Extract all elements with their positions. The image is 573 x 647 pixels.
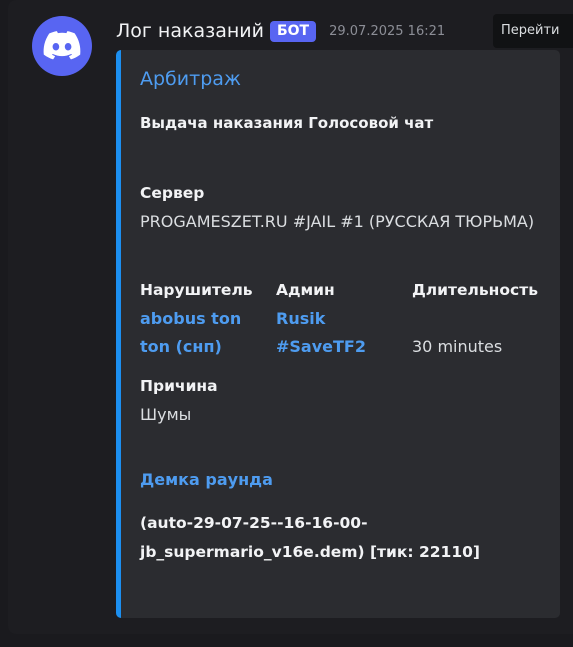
field-reason-name: Причина — [140, 377, 218, 395]
message-timestamp: 29.07.2025 16:21 — [329, 23, 446, 39]
embed: Арбитраж Выдача наказания Голосовой чат … — [116, 50, 560, 618]
field-offender-value[interactable]: abobus ton ton (снп) — [140, 305, 258, 361]
embed-title: Арбитраж — [140, 68, 242, 90]
field-duration-value: 30 minutes — [412, 337, 503, 356]
field-server-name: Сервер — [140, 184, 205, 202]
discord-logo-icon — [43, 31, 81, 60]
avatar[interactable] — [32, 16, 92, 76]
embed-description: Выдача наказания Голосовой чат — [140, 114, 434, 132]
author-name[interactable]: Лог наказаний — [116, 20, 264, 42]
bot-badge: БОТ — [269, 20, 317, 42]
field-reason-value: Шумы — [140, 405, 192, 424]
field-server-value: PROGAMESZET.RU #JAIL #1 (РУССКАЯ ТЮРЬМА) — [140, 212, 535, 231]
demo-title-link[interactable]: Демка раунда — [140, 470, 273, 489]
field-admin-name: Админ — [276, 281, 335, 299]
field-duration-name: Длительность — [412, 281, 538, 299]
demo-text: (auto-29-07-25--16-16-00-jb_supermario_v… — [140, 514, 481, 561]
field-admin-value[interactable]: Rusik #SaveTF2 — [276, 305, 386, 361]
message-header: Лог наказаний БОТ 29.07.2025 16:21 — [116, 18, 445, 44]
field-offender-name: Нарушитель — [140, 281, 253, 299]
goto-button[interactable]: Перейти — [493, 14, 573, 48]
